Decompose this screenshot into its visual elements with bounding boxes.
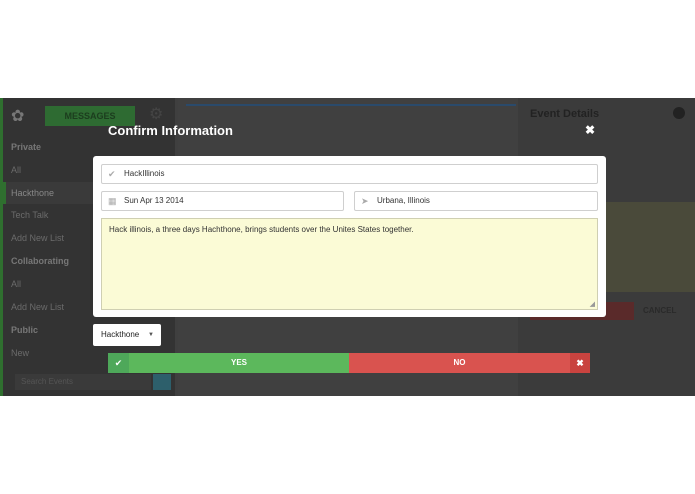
- sidebar-item-all[interactable]: All: [11, 165, 21, 175]
- search-button[interactable]: [153, 374, 171, 390]
- description-textarea[interactable]: Hack illinois, a three days Hachthone, b…: [101, 218, 598, 310]
- calendar-icon: ▦: [108, 196, 117, 206]
- logo-icon: ✿: [11, 108, 25, 125]
- list-select[interactable]: Hackthone ▼: [93, 324, 161, 346]
- search-input[interactable]: Search Events: [15, 374, 151, 390]
- location-field[interactable]: ➤ Urbana, Illinois: [354, 191, 598, 211]
- description-value: Hack illinois, a three days Hachthone, b…: [109, 225, 414, 234]
- check-icon[interactable]: ✔: [108, 353, 129, 373]
- yes-button[interactable]: YES: [129, 353, 349, 373]
- modal-title: Confirm Information: [108, 123, 233, 138]
- sidebar-heading-public: Public: [11, 325, 39, 335]
- event-name-value: HackIllinois: [124, 169, 165, 178]
- cancel-button-background[interactable]: CANCEL: [643, 306, 676, 315]
- gear-icon[interactable]: ⚙: [149, 104, 163, 124]
- list-select-value: Hackthone: [101, 330, 140, 339]
- sidebar-heading-collaborating: Collaborating: [11, 256, 69, 266]
- date-field[interactable]: ▦ Sun Apr 13 2014: [101, 191, 344, 211]
- sidebar-item-collab-all[interactable]: All: [11, 279, 21, 289]
- no-button[interactable]: NO: [349, 353, 570, 373]
- sidebar-item-add-new-list[interactable]: Add New List: [11, 233, 64, 243]
- close-x-icon[interactable]: ✖: [570, 353, 590, 373]
- sidebar-heading-private: Private: [11, 142, 42, 152]
- main-divider: [186, 104, 516, 106]
- event-name-field[interactable]: ✔ HackIllinois: [101, 164, 598, 184]
- event-details-title: Event Details: [530, 108, 600, 120]
- close-icon[interactable]: ✖: [585, 123, 595, 137]
- date-value: Sun Apr 13 2014: [124, 196, 184, 205]
- resize-grip-icon[interactable]: ◢: [590, 300, 595, 308]
- checkbox-icon: ✔: [108, 169, 116, 179]
- sidebar-item-tech-talk[interactable]: Tech Talk: [11, 210, 48, 220]
- sidebar-item-hackthone[interactable]: Hackthone: [11, 188, 54, 198]
- event-description-background: [600, 202, 695, 292]
- location-value: Urbana, Illinois: [377, 196, 430, 205]
- sidebar-item-collab-add-new-list[interactable]: Add New List: [11, 302, 64, 312]
- sidebar-item-new[interactable]: New: [11, 348, 29, 358]
- chevron-down-icon: ▼: [148, 332, 154, 338]
- location-arrow-icon: ➤: [361, 196, 369, 206]
- next-icon[interactable]: [673, 107, 685, 119]
